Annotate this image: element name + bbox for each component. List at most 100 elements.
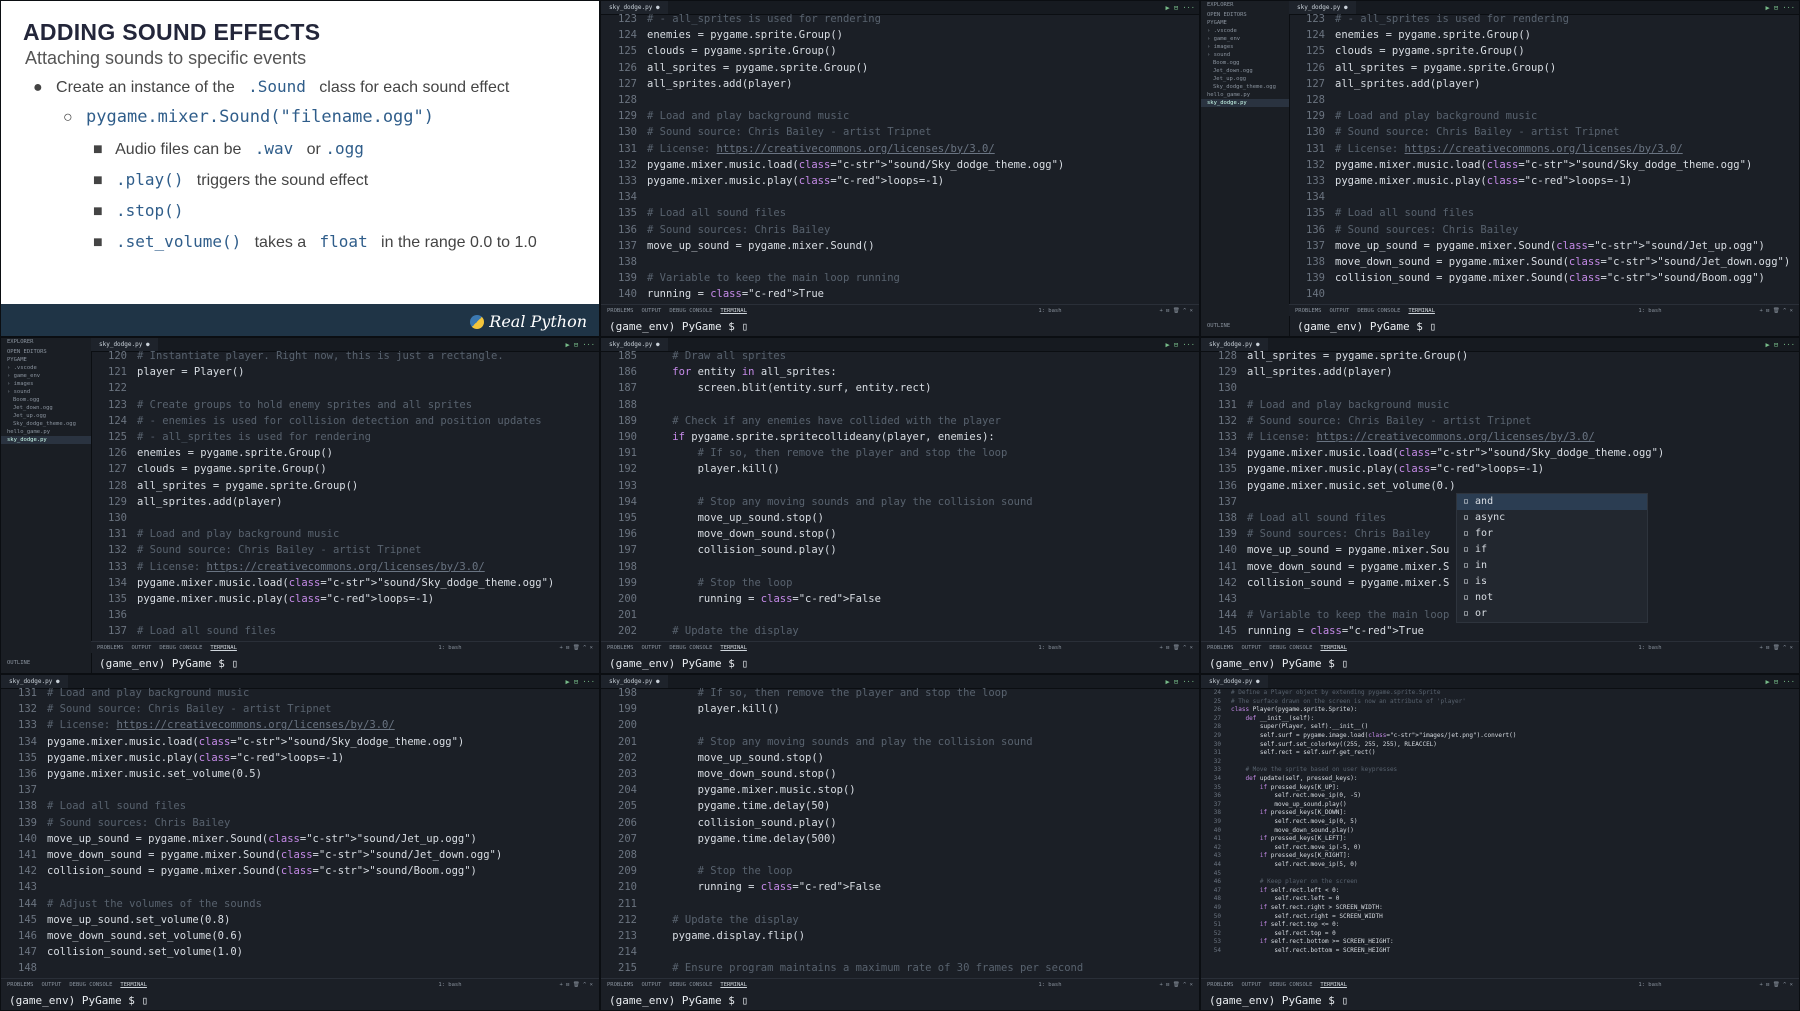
code-line[interactable]: # License: https://creativecommons.org/l… (1247, 431, 1595, 443)
file-tab[interactable]: sky_dodge.py ● (1201, 675, 1268, 688)
explorer-item[interactable]: › sound (1, 388, 91, 396)
code-line[interactable]: clouds = pygame.sprite.Group() (137, 463, 327, 475)
suggestion-item[interactable]: ▫ or (1457, 606, 1647, 622)
terminal-tab[interactable]: TERMINAL (120, 982, 147, 988)
code-line[interactable]: # Define a Player object by extending py… (1231, 689, 1441, 696)
code-line[interactable]: pygame.display.flip() (647, 930, 805, 942)
code-line[interactable]: # - enemies is used for collision detect… (137, 415, 542, 427)
code-line[interactable]: self.rect = self.surf.get_rect() (1231, 749, 1376, 756)
code-line[interactable]: pygame.mixer.music.set_volume(0.) (1247, 480, 1456, 492)
code-line[interactable]: move_up_sound.set_volume(0.8) (47, 914, 230, 926)
code-line[interactable]: move_down_sound.play() (1231, 827, 1353, 834)
explorer-item[interactable]: hello_game.py (1, 428, 91, 436)
terminal-actions-icon[interactable]: + ⊟ 🗑 ^ × (1760, 308, 1793, 314)
code-line[interactable]: self.surf = pygame.image.load(class="c-s… (1231, 732, 1517, 739)
code-line[interactable]: pygame.mixer.music.play(class="c-red">lo… (47, 752, 344, 764)
code-line[interactable]: # Move the sprite based on user keypress… (1231, 766, 1397, 773)
code-line[interactable]: # - all_sprites is used for rendering (1335, 13, 1569, 25)
code-line[interactable]: move_up_sound.stop() (647, 512, 824, 524)
code-line[interactable]: # Variable to keep the main loop running (647, 272, 900, 284)
terminal-shell-select[interactable]: 1: bash (1638, 308, 1661, 314)
code-line[interactable]: move_up_sound = pygame.mixer.Sou (1247, 544, 1449, 556)
autocomplete-popup[interactable]: ▫ and ▫ async ▫ for ▫ if ▫ in ▫ is ▫ not ▫ or (1456, 493, 1648, 623)
code-line[interactable]: collision_sound.set_volume(1.0) (47, 946, 243, 958)
code-line[interactable]: pygame.time.delay(50) (647, 800, 831, 812)
code-line[interactable]: all_sprites.add(player) (137, 496, 282, 508)
code-line[interactable]: move_down_sound = pygame.mixer.Sound(cla… (1335, 256, 1790, 268)
code-line[interactable]: self.rect.right = SCREEN_WIDTH (1231, 913, 1382, 920)
suggestion-item[interactable]: ▫ and (1457, 494, 1647, 510)
code-line[interactable]: enemies = pygame.sprite.Group() (647, 29, 843, 41)
project-folder[interactable]: PYGAME (1, 356, 91, 364)
terminal-tab[interactable]: DEBUG CONSOLE (669, 982, 712, 988)
code-line[interactable]: if self.rect.bottom >= SCREEN_HEIGHT: (1231, 938, 1394, 945)
code-line[interactable]: # License: https://creativecommons.org/l… (47, 719, 395, 731)
code-line[interactable]: pygame.mixer.music.load(class="c-str">"s… (47, 736, 464, 748)
terminal-shell-select[interactable]: 1: bash (438, 645, 461, 651)
terminal-tab[interactable]: OUTPUT (1330, 308, 1350, 314)
explorer-item[interactable]: Sky_dodge_theme.ogg (1, 420, 91, 428)
code-line[interactable]: # The surface drawn on the screen is now… (1231, 698, 1466, 705)
terminal-tab[interactable]: PROBLEMS (97, 645, 124, 651)
code-line[interactable]: player.kill() (647, 463, 780, 475)
code-line[interactable]: self.surf.set_colorkey((255, 255, 255), … (1231, 741, 1437, 748)
terminal-prompt[interactable]: (game_env) PyGame $ ▯ (1209, 994, 1348, 1007)
code-line[interactable]: if pressed_keys[K_RIGHT]: (1231, 852, 1350, 859)
terminal-actions-icon[interactable]: + ⊟ 🗑 ^ × (1760, 982, 1793, 988)
terminal-tab[interactable]: PROBLEMS (1207, 982, 1234, 988)
suggestion-item[interactable]: ▫ async (1457, 510, 1647, 526)
terminal-shell-select[interactable]: 1: bash (1638, 982, 1661, 988)
code-line[interactable]: pygame.mixer.music.set_volume(0.5) (47, 768, 262, 780)
code-line[interactable]: clouds = pygame.sprite.Group() (647, 45, 837, 57)
code-line[interactable]: # Stop any moving sounds and play the co… (647, 736, 1033, 748)
code-line[interactable]: self.rect.move_ip(5, 0) (1231, 861, 1357, 868)
code-line[interactable]: # Load all sound files (1247, 512, 1386, 524)
code-line[interactable]: # License: https://creativecommons.org/l… (1335, 143, 1683, 155)
code-line[interactable]: self.rect.top = 0 (1231, 930, 1335, 937)
code-line[interactable]: # Stop the loop (647, 577, 793, 589)
code-line[interactable]: pygame.time.delay(500) (647, 833, 837, 845)
code-line[interactable]: class Player(pygame.sprite.Sprite): (1231, 706, 1357, 713)
code-line[interactable]: pygame.mixer.music.load(class="c-str">"s… (1335, 159, 1752, 171)
code-line[interactable]: # Check if any enemies have collided wit… (647, 415, 1001, 427)
code-line[interactable]: collision_sound = pygame.mixer.S (1247, 577, 1449, 589)
code-line[interactable]: all_sprites = pygame.sprite.Group() (647, 62, 868, 74)
explorer-item[interactable]: Jet_down.ogg (1201, 67, 1289, 75)
code-line[interactable]: pygame.mixer.music.load(class="c-str">"s… (647, 159, 1064, 171)
code-line[interactable]: # Load all sound files (1335, 207, 1474, 219)
terminal-tab[interactable]: OUTPUT (642, 982, 662, 988)
code-line[interactable]: pygame.mixer.music.play(class="c-red">lo… (1335, 175, 1632, 187)
terminal-tab[interactable]: TERMINAL (1408, 308, 1435, 314)
code-line[interactable]: self.rect.move_ip(0, -5) (1231, 792, 1361, 799)
terminal-tab[interactable]: DEBUG CONSOLE (1269, 982, 1312, 988)
terminal-prompt[interactable]: (game_env) PyGame $ ▯ (1209, 657, 1348, 670)
terminal-actions-icon[interactable]: + ⊟ 🗑 ^ × (1160, 645, 1193, 651)
code-line[interactable]: # Sound source: Chris Bailey - artist Tr… (1335, 126, 1619, 138)
terminal-tab[interactable]: DEBUG CONSOLE (1357, 308, 1400, 314)
terminal-tab[interactable]: PROBLEMS (607, 645, 634, 651)
terminal-tab[interactable]: OUTPUT (642, 308, 662, 314)
editor-actions-icon[interactable]: ▶ ⊟ ··· (1765, 341, 1799, 349)
code-line[interactable]: # Stop the loop (647, 865, 793, 877)
code-line[interactable]: move_up_sound.stop() (647, 752, 824, 764)
code-line[interactable]: super(Player, self).__init__() (1231, 723, 1368, 730)
editor-actions-icon[interactable]: ▶ ⊟ ··· (565, 678, 599, 686)
code-line[interactable]: # Load and play background music (47, 687, 249, 699)
code-line[interactable]: all_sprites.add(player) (1335, 78, 1480, 90)
terminal-tab[interactable]: TERMINAL (1320, 645, 1347, 651)
terminal-tab[interactable]: DEBUG CONSOLE (159, 645, 202, 651)
code-line[interactable]: move_down_sound.stop() (647, 528, 837, 540)
editor-actions-icon[interactable]: ▶ ⊟ ··· (1765, 678, 1799, 686)
code-line[interactable]: move_up_sound = pygame.mixer.Sound(class… (47, 833, 477, 845)
code-line[interactable]: running = class="c-red">True (1247, 625, 1424, 637)
terminal-shell-select[interactable]: 1: bash (1638, 645, 1661, 651)
terminal-tab[interactable]: PROBLEMS (1207, 645, 1234, 651)
terminal-tab[interactable]: PROBLEMS (7, 982, 34, 988)
terminal-shell-select[interactable]: 1: bash (438, 982, 461, 988)
code-line[interactable]: move_up_sound.play() (1231, 801, 1346, 808)
code-line[interactable]: enemies = pygame.sprite.Group() (1335, 29, 1531, 41)
explorer-item[interactable]: › game_env (1201, 35, 1289, 43)
terminal-tab[interactable]: DEBUG CONSOLE (669, 308, 712, 314)
explorer-item[interactable]: › .vscode (1201, 27, 1289, 35)
code-line[interactable]: pygame.mixer.music.stop() (647, 784, 856, 796)
